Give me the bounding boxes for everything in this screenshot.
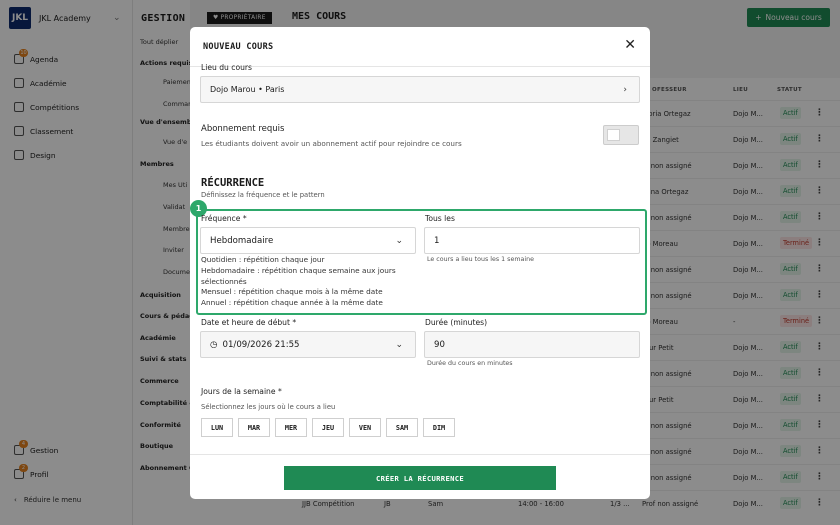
frequency-label: Fréquence * [201,214,247,223]
lieu-select[interactable]: Dojo Marou • Paris › [200,76,640,103]
new-course-modal: NOUVEAU COURS ✕ Lieu du cours Dojo Marou… [190,27,650,499]
every-value: 1 [434,235,440,246]
chevron-down-icon: ⌄ [395,235,403,246]
subscription-toggle[interactable] [603,125,639,145]
section-hint: Définissez la fréquence et le pattern [201,191,325,199]
clock-icon: ◷ [210,339,218,350]
help-line: sélectionnés [201,276,247,286]
day-dim-button[interactable]: DIM [423,418,455,437]
chevron-right-icon: › [623,84,627,95]
every-label: Tous les [425,214,455,223]
duration-value: 90 [434,339,445,350]
help-line: Mensuel : répétition chaque mois à la mê… [201,287,383,297]
modal-footer: CRÉER LA RÉCURRENCE [190,454,650,499]
modal-title: NOUVEAU COURS [203,42,274,52]
help-line: Hebdomadaire : répétition chaque semaine… [201,265,396,275]
frequency-help: Quotidien : répétition chaque jour Hebdo… [201,255,396,309]
help-line: Annuel : répétition chaque année à la mê… [201,298,383,308]
help-line: Quotidien : répétition chaque jour [201,255,325,264]
create-recurrence-button[interactable]: CRÉER LA RÉCURRENCE [284,466,556,490]
start-value: 01/09/2026 21:55 [222,339,300,350]
day-mer-button[interactable]: MER [275,418,307,437]
every-hint: Le cours a lieu tous les 1 semaine [427,256,534,263]
section-title: RÉCURRENCE [201,177,265,189]
day-sam-button[interactable]: SAM [386,418,418,437]
start-label: Date et heure de début * [201,318,297,327]
day-lun-button[interactable]: LUN [201,418,233,437]
duration-hint: Durée du cours en minutes [427,360,513,367]
chevron-down-icon: ⌄ [395,339,403,350]
every-input[interactable]: 1 [424,227,640,254]
days-picker: LUN MAR MER JEU VEN SAM DIM [201,418,455,437]
close-icon[interactable]: ✕ [624,37,636,53]
modal-header: NOUVEAU COURS ✕ [190,27,650,67]
subscription-label: Abonnement requis [201,124,285,134]
frequency-select[interactable]: Hebdomadaire ⌄ [200,227,416,254]
day-jeu-button[interactable]: JEU [312,418,344,437]
toggle-knob [607,129,620,141]
days-hint: Sélectionnez les jours où le cours a lie… [201,403,336,411]
duration-input[interactable]: 90 [424,331,640,358]
frequency-value: Hebdomadaire [210,235,274,246]
lieu-label: Lieu du cours [201,63,252,72]
duration-label: Durée (minutes) [425,318,488,327]
days-label: Jours de la semaine * [201,387,282,396]
day-ven-button[interactable]: VEN [349,418,381,437]
subscription-hint: Les étudiants doivent avoir un abonnemen… [201,139,462,148]
start-datetime-input[interactable]: ◷ 01/09/2026 21:55 ⌄ [200,331,416,358]
day-mar-button[interactable]: MAR [238,418,270,437]
lieu-value: Dojo Marou • Paris [210,85,285,94]
